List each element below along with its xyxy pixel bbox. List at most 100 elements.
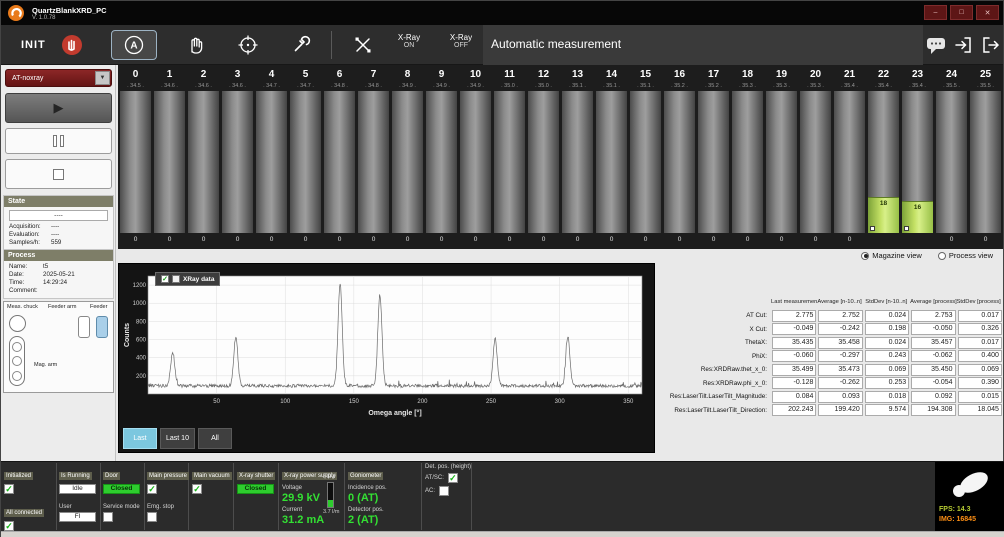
magazine-slot-4[interactable]: 4. 34.7 .0 bbox=[255, 67, 288, 249]
magazine-slot-20[interactable]: 20. 35.3 .0 bbox=[799, 67, 832, 249]
results-value-field[interactable]: 0.243 bbox=[865, 350, 909, 362]
magazine-slot-23[interactable]: 23. 35.4 .16 bbox=[901, 67, 934, 249]
main-pressure-checkbox[interactable]: ✓ bbox=[147, 484, 157, 494]
magazine-slot-25[interactable]: 25. 35.5 .0 bbox=[969, 67, 1002, 249]
start-button[interactable]: ▶ bbox=[5, 93, 112, 123]
results-value-field[interactable]: -0.062 bbox=[911, 350, 955, 362]
results-value-field[interactable]: 0.024 bbox=[865, 337, 909, 349]
magazine-slot-1[interactable]: 1. 34.6 .0 bbox=[153, 67, 186, 249]
maximize-button[interactable]: □ bbox=[950, 5, 973, 20]
results-value-field[interactable]: 0.093 bbox=[818, 391, 862, 403]
results-value-field[interactable]: 0.390 bbox=[958, 377, 1002, 389]
pause-button[interactable] bbox=[5, 128, 112, 154]
process-view-radio[interactable]: Process view bbox=[938, 251, 993, 260]
user-field[interactable]: FI bbox=[59, 512, 96, 522]
login-icon[interactable] bbox=[953, 35, 973, 55]
chart-range-last10-button[interactable]: Last 10 bbox=[160, 428, 195, 449]
minimize-button[interactable]: – bbox=[924, 5, 947, 20]
magazine-slot-12[interactable]: 12. 35.0 .0 bbox=[527, 67, 560, 249]
results-value-field[interactable]: -0.128 bbox=[772, 377, 816, 389]
is-running-field[interactable]: Idle bbox=[59, 484, 96, 494]
magazine-slot-24[interactable]: 24. 35.5 .0 bbox=[935, 67, 968, 249]
magazine-slot-18[interactable]: 18. 35.3 .0 bbox=[731, 67, 764, 249]
xray-on-button[interactable]: X-Ray ON bbox=[387, 33, 431, 49]
results-value-field[interactable]: 35.435 bbox=[772, 337, 816, 349]
atsc-checkbox[interactable]: ✓ bbox=[448, 473, 458, 483]
magazine-slot-2[interactable]: 2. 34.6 .0 bbox=[187, 67, 220, 249]
magazine-slot-0[interactable]: 0. 34.5 .0 bbox=[119, 67, 152, 249]
magazine-slot-13[interactable]: 13. 35.1 .0 bbox=[561, 67, 594, 249]
magazine-slot-22[interactable]: 22. 35.4 .18 bbox=[867, 67, 900, 249]
magazine-slot-11[interactable]: 11. 35.0 .0 bbox=[493, 67, 526, 249]
tools-disabled-icon[interactable] bbox=[353, 35, 373, 55]
results-value-field[interactable]: 2.775 bbox=[772, 310, 816, 322]
magazine-slot-9[interactable]: 9. 34.9 .0 bbox=[425, 67, 458, 249]
results-value-field[interactable]: 0.069 bbox=[958, 364, 1002, 376]
results-value-field[interactable]: 0.018 bbox=[865, 391, 909, 403]
results-value-field[interactable]: 0.198 bbox=[865, 323, 909, 335]
slot-checkbox[interactable] bbox=[904, 226, 909, 231]
state-status-field[interactable]: ---- bbox=[9, 210, 108, 221]
magazine-slot-17[interactable]: 17. 35.2 .0 bbox=[697, 67, 730, 249]
magazine-slot-8[interactable]: 8. 34.9 .0 bbox=[391, 67, 424, 249]
results-value-field[interactable]: 0.017 bbox=[958, 310, 1002, 322]
results-value-field[interactable]: 2.753 bbox=[911, 310, 955, 322]
magazine-slot-16[interactable]: 16. 35.2 .0 bbox=[663, 67, 696, 249]
chevron-down-icon[interactable]: ▼ bbox=[95, 71, 110, 85]
results-value-field[interactable]: 0.092 bbox=[911, 391, 955, 403]
results-value-field[interactable]: 0.069 bbox=[865, 364, 909, 376]
magazine-slot-15[interactable]: 15. 35.1 .0 bbox=[629, 67, 662, 249]
results-value-field[interactable]: -0.242 bbox=[818, 323, 862, 335]
results-value-field[interactable]: 35.450 bbox=[911, 364, 955, 376]
results-value-field[interactable]: -0.054 bbox=[911, 377, 955, 389]
ac-checkbox[interactable] bbox=[439, 486, 449, 496]
logout-icon[interactable] bbox=[981, 35, 1001, 55]
chart-range-all-button[interactable]: All bbox=[198, 428, 232, 449]
results-value-field[interactable]: 199.420 bbox=[818, 404, 862, 416]
chat-icon[interactable] bbox=[925, 36, 947, 56]
service-mode-checkbox[interactable] bbox=[103, 512, 113, 522]
results-value-field[interactable]: -0.050 bbox=[911, 323, 955, 335]
magazine-slot-6[interactable]: 6. 34.8 .0 bbox=[323, 67, 356, 249]
emg-stop-checkbox[interactable] bbox=[147, 512, 157, 522]
results-value-field[interactable]: -0.060 bbox=[772, 350, 816, 362]
manual-hand-icon[interactable] bbox=[185, 35, 205, 55]
stop-hand-icon[interactable] bbox=[61, 34, 83, 56]
tools-icon[interactable] bbox=[291, 35, 311, 55]
magazine-slot-21[interactable]: 21. 35.4 .0 bbox=[833, 67, 866, 249]
results-value-field[interactable]: 0.400 bbox=[958, 350, 1002, 362]
results-value-field[interactable]: 2.752 bbox=[818, 310, 862, 322]
results-value-field[interactable]: 0.253 bbox=[865, 377, 909, 389]
magazine-slot-14[interactable]: 14. 35.1 .0 bbox=[595, 67, 628, 249]
results-value-field[interactable]: -0.049 bbox=[772, 323, 816, 335]
chart-range-last-button[interactable]: Last bbox=[123, 428, 157, 449]
results-value-field[interactable]: 0.326 bbox=[958, 323, 1002, 335]
magazine-slot-5[interactable]: 5. 34.7 .0 bbox=[289, 67, 322, 249]
results-value-field[interactable]: -0.262 bbox=[818, 377, 862, 389]
magazine-view-radio[interactable]: Magazine view bbox=[861, 251, 922, 260]
results-value-field[interactable]: 9.574 bbox=[865, 404, 909, 416]
results-value-field[interactable]: 0.024 bbox=[865, 310, 909, 322]
automatic-mode-button[interactable]: A bbox=[111, 30, 157, 60]
results-value-field[interactable]: 0.017 bbox=[958, 337, 1002, 349]
results-value-field[interactable]: 18.045 bbox=[958, 404, 1002, 416]
stop-button[interactable] bbox=[5, 159, 112, 189]
slot-checkbox[interactable] bbox=[870, 226, 875, 231]
xray-off-button[interactable]: X-Ray OFF bbox=[439, 33, 483, 49]
results-value-field[interactable]: 35.499 bbox=[772, 364, 816, 376]
results-value-field[interactable]: 35.473 bbox=[818, 364, 862, 376]
magazine-slot-10[interactable]: 10. 34.9 .0 bbox=[459, 67, 492, 249]
results-value-field[interactable]: 194.308 bbox=[911, 404, 955, 416]
magazine-slot-19[interactable]: 19. 35.3 .0 bbox=[765, 67, 798, 249]
magazine-slot-7[interactable]: 7. 34.8 .0 bbox=[357, 67, 390, 249]
magazine-slot-3[interactable]: 3. 34.6 .0 bbox=[221, 67, 254, 249]
close-button[interactable]: ✕ bbox=[976, 5, 999, 20]
main-vacuum-checkbox[interactable]: ✓ bbox=[192, 484, 202, 494]
initialized-checkbox[interactable]: ✓ bbox=[4, 484, 14, 494]
results-value-field[interactable]: 35.458 bbox=[818, 337, 862, 349]
results-value-field[interactable]: 202.243 bbox=[772, 404, 816, 416]
all-connected-checkbox[interactable]: ✓ bbox=[4, 521, 14, 531]
results-value-field[interactable]: -0.297 bbox=[818, 350, 862, 362]
results-value-field[interactable]: 0.015 bbox=[958, 391, 1002, 403]
results-value-field[interactable]: 0.084 bbox=[772, 391, 816, 403]
